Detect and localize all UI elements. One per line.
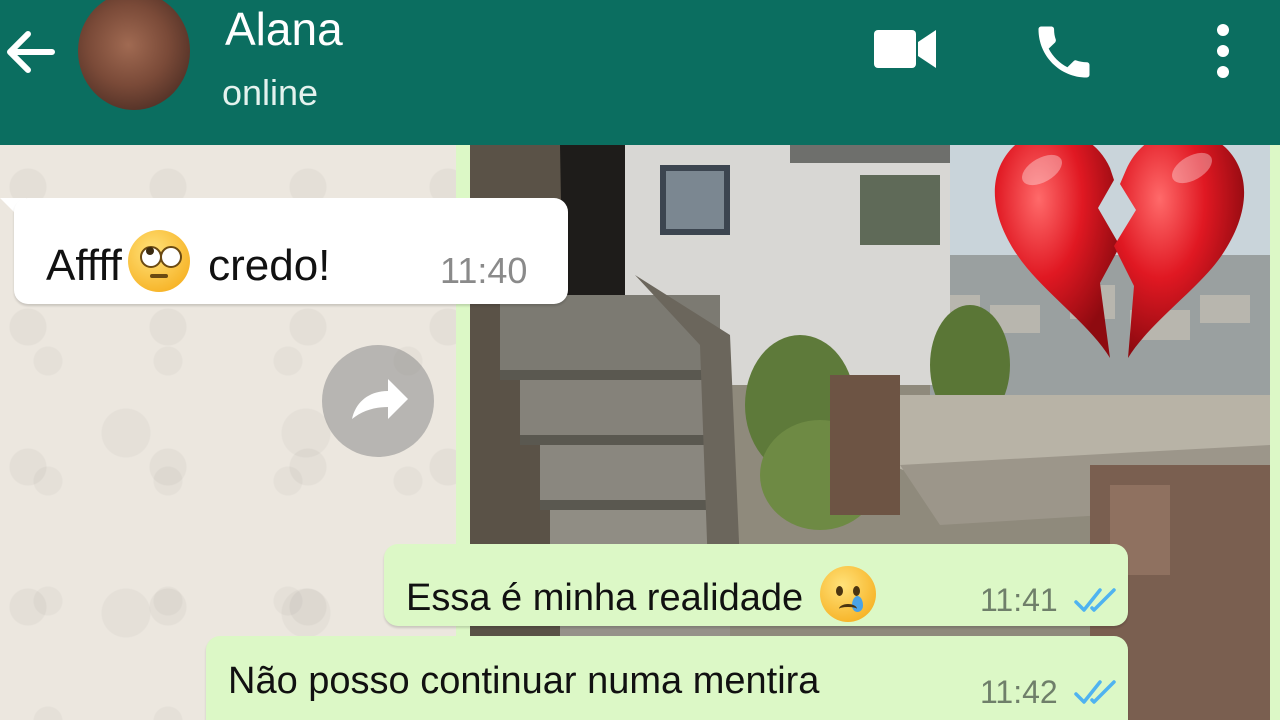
message-time: 11:41 (980, 582, 1058, 618)
message-text: Essa é minha realidade (406, 566, 876, 622)
contact-name[interactable]: Alana (225, 2, 343, 56)
message-text: Não posso continuar numa mentira (228, 660, 820, 702)
crying-face-emoji-icon (819, 566, 876, 622)
contact-status: online (222, 72, 319, 113)
outgoing-message[interactable]: Não posso continuar numa mentira 11:42 (206, 636, 1128, 720)
back-arrow-icon (7, 31, 55, 73)
more-vert-icon (1217, 24, 1229, 78)
message-time: 11:42 (980, 674, 1058, 710)
video-call-button[interactable] (872, 22, 938, 76)
avatar[interactable] (78, 0, 190, 110)
read-ticks-icon (1074, 680, 1116, 704)
chat-header: Alana online (0, 0, 1280, 145)
message-text: Affff credo! (46, 230, 330, 292)
incoming-message[interactable]: Affff credo! 11:40 (14, 198, 568, 304)
back-button[interactable] (0, 22, 60, 82)
broken-heart-icon (982, 108, 1266, 364)
message-time: 11:40 (440, 250, 528, 291)
forward-button[interactable] (322, 345, 434, 457)
forward-icon (352, 379, 408, 419)
more-options-button[interactable] (1208, 18, 1238, 84)
voice-call-button[interactable] (1030, 18, 1098, 86)
outgoing-message[interactable]: Essa é minha realidade 11:41 (384, 544, 1128, 626)
video-call-icon (874, 30, 936, 68)
rolling-eyes-emoji-icon (127, 230, 190, 292)
read-ticks-icon (1074, 588, 1116, 612)
phone-icon (1038, 26, 1090, 78)
message-text-start: Affff (46, 241, 122, 290)
message-text-content: Essa é minha realidade (406, 577, 814, 619)
message-text-end: credo! (195, 241, 331, 290)
